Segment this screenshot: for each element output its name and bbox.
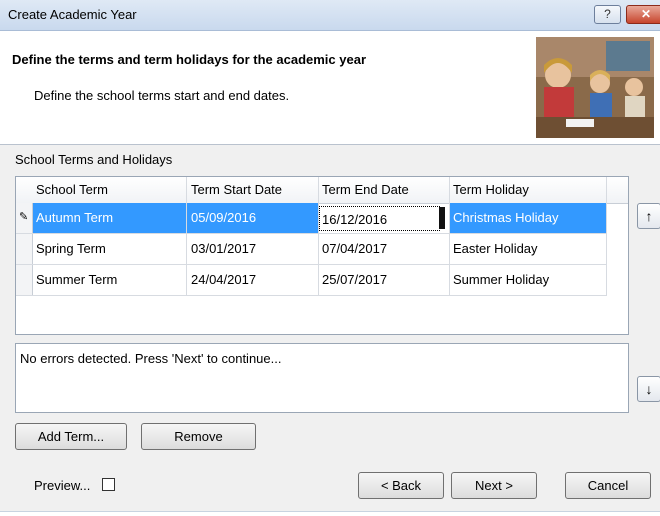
cell-school-term[interactable]: Autumn Term <box>36 210 113 225</box>
help-button[interactable]: ? <box>594 5 621 24</box>
cell-start-date[interactable]: 24/04/2017 <box>191 272 256 287</box>
cell-school-term[interactable]: Summer Term <box>36 272 117 287</box>
preview-label: Preview... <box>34 478 91 493</box>
column-divider <box>449 177 450 296</box>
table-row[interactable]: ✎ Autumn Term 05/09/2016 16/12/2016 Chri… <box>16 203 606 234</box>
remove-button[interactable]: Remove <box>141 423 256 450</box>
back-button[interactable]: < Back <box>358 472 444 499</box>
cell-start-date[interactable]: 05/09/2016 <box>191 210 256 225</box>
window-title: Create Academic Year <box>8 7 137 22</box>
classroom-photo <box>536 37 654 138</box>
column-header-holiday[interactable]: Term Holiday <box>453 182 529 197</box>
arrow-up-icon: ↑ <box>645 208 653 224</box>
next-button[interactable]: Next > <box>451 472 537 499</box>
window-bottom-border <box>0 511 660 516</box>
column-header-school-term[interactable]: School Term <box>36 182 108 197</box>
row-edit-indicator-icon: ✎ <box>19 211 29 223</box>
cell-holiday[interactable]: Christmas Holiday <box>453 210 558 225</box>
cell-holiday[interactable]: Summer Holiday <box>453 272 549 287</box>
arrow-down-icon: ↓ <box>645 381 653 397</box>
date-dropdown-button[interactable] <box>439 207 445 229</box>
move-down-button[interactable]: ↓ <box>637 376 660 402</box>
validation-message-box: No errors detected. Press 'Next' to cont… <box>15 343 629 413</box>
title-bar: Create Academic Year ? ✕ <box>0 0 660 31</box>
close-button[interactable]: ✕ <box>626 5 660 24</box>
validation-message: No errors detected. Press 'Next' to cont… <box>20 351 282 366</box>
column-divider <box>318 177 319 296</box>
cell-end-date[interactable]: 25/07/2017 <box>322 272 387 287</box>
column-divider <box>606 177 607 296</box>
terms-grid: School Term Term Start Date Term End Dat… <box>15 176 629 335</box>
page-subtitle: Define the school terms start and end da… <box>34 88 290 103</box>
section-label: School Terms and Holidays <box>15 152 173 167</box>
column-header-end-date[interactable]: Term End Date <box>322 182 409 197</box>
cell-end-date[interactable]: 07/04/2017 <box>322 241 387 256</box>
cell-school-term[interactable]: Spring Term <box>36 241 106 256</box>
wizard-header: Define the terms and term holidays for t… <box>0 31 660 145</box>
add-term-button[interactable]: Add Term... <box>15 423 127 450</box>
column-divider <box>186 177 187 296</box>
move-up-button[interactable]: ↑ <box>637 203 660 229</box>
column-header-start-date[interactable]: Term Start Date <box>191 182 282 197</box>
cell-start-date[interactable]: 03/01/2017 <box>191 241 256 256</box>
grid-header: School Term Term Start Date Term End Dat… <box>16 177 628 204</box>
cancel-button[interactable]: Cancel <box>565 472 651 499</box>
cell-holiday[interactable]: Easter Holiday <box>453 241 538 256</box>
page-title: Define the terms and term holidays for t… <box>12 52 367 67</box>
table-row[interactable]: Summer Term 24/04/2017 25/07/2017 Summer… <box>16 265 606 296</box>
create-academic-year-dialog: Create Academic Year ? ✕ Define the term… <box>0 0 660 516</box>
end-date-edit-value: 16/12/2016 <box>322 212 388 227</box>
table-row[interactable]: Spring Term 03/01/2017 07/04/2017 Easter… <box>16 234 606 265</box>
end-date-edit-field[interactable]: 16/12/2016 <box>319 206 440 231</box>
preview-checkbox[interactable] <box>102 478 115 491</box>
